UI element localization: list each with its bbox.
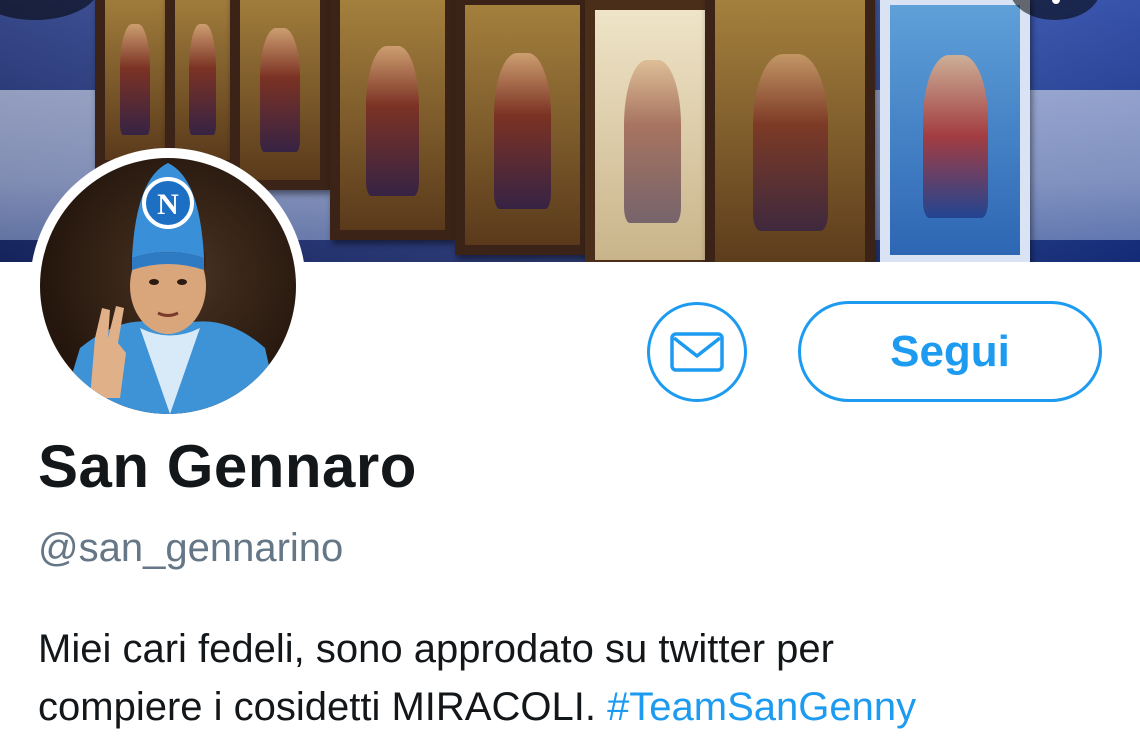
follow-button-label: Segui	[890, 326, 1010, 376]
profile-handle: @san_gennarino	[38, 526, 344, 570]
banner-painting	[95, 0, 175, 170]
bio-text: compiere i cosidetti MIRACOLI.	[38, 685, 608, 729]
napoli-badge-letter: N	[157, 188, 179, 221]
banner-painting	[455, 0, 590, 255]
follow-button[interactable]: Segui	[798, 301, 1102, 402]
avatar-image: N	[40, 158, 296, 414]
profile-bio: Miei cari fedeli, sono approdato su twit…	[38, 620, 1118, 736]
message-button[interactable]	[647, 302, 747, 402]
banner-holy-card	[585, 0, 720, 262]
bio-line: Miei cari fedeli, sono approdato su twit…	[38, 627, 834, 671]
profile-name: San Gennaro	[38, 433, 417, 500]
hashtag-link[interactable]: #TeamSanGenny	[607, 685, 916, 729]
banner-painting	[230, 0, 330, 190]
banner-painting	[165, 0, 240, 170]
saint-portrait-image: N	[60, 163, 280, 414]
banner-painting	[330, 0, 455, 240]
profile-avatar[interactable]: N	[30, 148, 306, 424]
banner-madonna-print	[880, 0, 1030, 262]
bio-line: compiere i cosidetti MIRACOLI. #TeamSanG…	[38, 678, 1118, 736]
banner-painting	[705, 0, 875, 262]
mail-icon	[670, 332, 724, 372]
